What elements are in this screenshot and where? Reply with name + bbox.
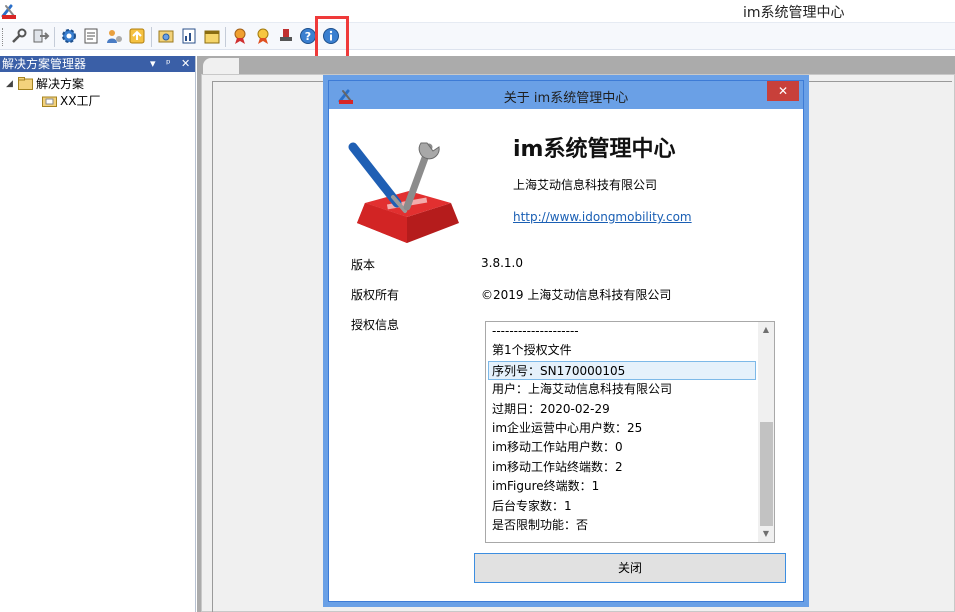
license-list-item[interactable]: im企业运营中心用户数：25 [486, 419, 758, 438]
version-label: 版本 [351, 258, 376, 272]
pin-icon[interactable]: ᵖ [166, 56, 171, 72]
license-list-item[interactable]: 过期日：2020-02-29 [486, 400, 758, 419]
license-info-listbox[interactable]: -------------------- 第1个授权文件 序列号：SN1700001… [485, 321, 775, 543]
upload-icon[interactable] [128, 27, 146, 45]
about-dialog: 关于 im系统管理中心 ✕ im系统管理中心 上海艾动信息科技有限公司 http… [328, 80, 804, 602]
stamp-icon[interactable] [277, 27, 295, 45]
toolbar-separator [54, 27, 55, 47]
tree-item-label: 解决方案 [36, 77, 85, 91]
panel-header: 解决方案管理器 ▾ ᵖ ✕ [0, 56, 195, 72]
ribbon-award-icon[interactable] [231, 27, 249, 45]
close-button[interactable]: 关闭 [474, 553, 786, 583]
tree-item-factory[interactable]: XX工厂 [42, 92, 100, 109]
scroll-down-icon[interactable]: ▼ [758, 526, 774, 542]
dialog-close-button[interactable]: ✕ [767, 81, 799, 101]
ribbon-gold-icon[interactable] [254, 27, 272, 45]
license-label: 授权信息 [351, 318, 400, 332]
copyright-label: 版权所有 [351, 288, 400, 302]
main-toolbar: ? [0, 22, 955, 50]
dialog-title: 关于 im系统管理中心 [503, 91, 629, 106]
exit-icon[interactable] [32, 27, 50, 45]
close-icon[interactable]: ✕ [181, 56, 190, 72]
license-list-item[interactable]: 第1个授权文件 [486, 341, 758, 360]
product-name: im系统管理中心 [513, 137, 676, 162]
license-list-item[interactable]: 是否限制功能：否 [486, 516, 758, 535]
gear-icon[interactable] [60, 27, 78, 45]
wrench-plug-icon[interactable] [10, 27, 28, 45]
scroll-up-icon[interactable]: ▲ [758, 322, 774, 338]
license-list: -------------------- 第1个授权文件 序列号：SN1700001… [486, 322, 758, 535]
window-title: im系统管理中心 [743, 5, 845, 21]
website-link[interactable]: http://www.idongmobility.com [513, 210, 692, 224]
toolbar-separator [225, 27, 226, 47]
product-logo-icon [347, 133, 467, 243]
document-list-icon[interactable] [82, 27, 100, 45]
svg-text:?: ? [305, 30, 311, 43]
toolbar-grip[interactable] [2, 28, 5, 46]
factory-icon [42, 94, 57, 107]
dialog-title-bar[interactable]: 关于 im系统管理中心 ✕ [329, 81, 803, 109]
solution-explorer-panel: 解决方案管理器 ▾ ᵖ ✕ ◢ 解决方案 XX工厂 [0, 56, 196, 612]
copyright-value: ©2019 上海艾动信息科技有限公司 [481, 288, 672, 302]
folder-icon [18, 77, 33, 90]
license-list-item[interactable]: im移动工作站用户数：0 [486, 438, 758, 457]
vertical-scrollbar[interactable]: ▲ ▼ [758, 322, 774, 542]
tree-item-label: XX工厂 [60, 94, 101, 108]
license-list-item[interactable]: 后台专家数：1 [486, 497, 758, 516]
version-value: 3.8.1.0 [481, 256, 523, 270]
license-list-item[interactable]: -------------------- [486, 322, 758, 341]
app-logo-icon [0, 2, 18, 20]
license-list-item[interactable]: 用户：上海艾动信息科技有限公司 [486, 380, 758, 399]
license-list-item[interactable]: im移动工作站终端数：2 [486, 458, 758, 477]
title-bar: im系统管理中心 [0, 0, 955, 22]
tree-collapse-icon[interactable]: ◢ [6, 79, 18, 89]
scroll-thumb[interactable] [760, 422, 773, 526]
calendar-icon[interactable] [203, 27, 221, 45]
company-name: 上海艾动信息科技有限公司 [513, 178, 658, 192]
panel-dropdown-icon[interactable]: ▾ [150, 56, 156, 72]
report-icon[interactable] [180, 27, 198, 45]
license-list-item[interactable]: imFigure终端数：1 [486, 477, 758, 496]
license-list-item[interactable]: 序列号：SN170000105 [488, 360, 756, 381]
info-button-highlight [315, 16, 349, 60]
tree-item-solution[interactable]: ◢ 解决方案 [6, 75, 84, 92]
panel-title: 解决方案管理器 [2, 57, 87, 71]
toolbar-separator [151, 27, 152, 47]
user-settings-icon[interactable] [105, 27, 123, 45]
document-tabstrip [197, 56, 955, 76]
image-folder-icon[interactable] [157, 27, 175, 45]
